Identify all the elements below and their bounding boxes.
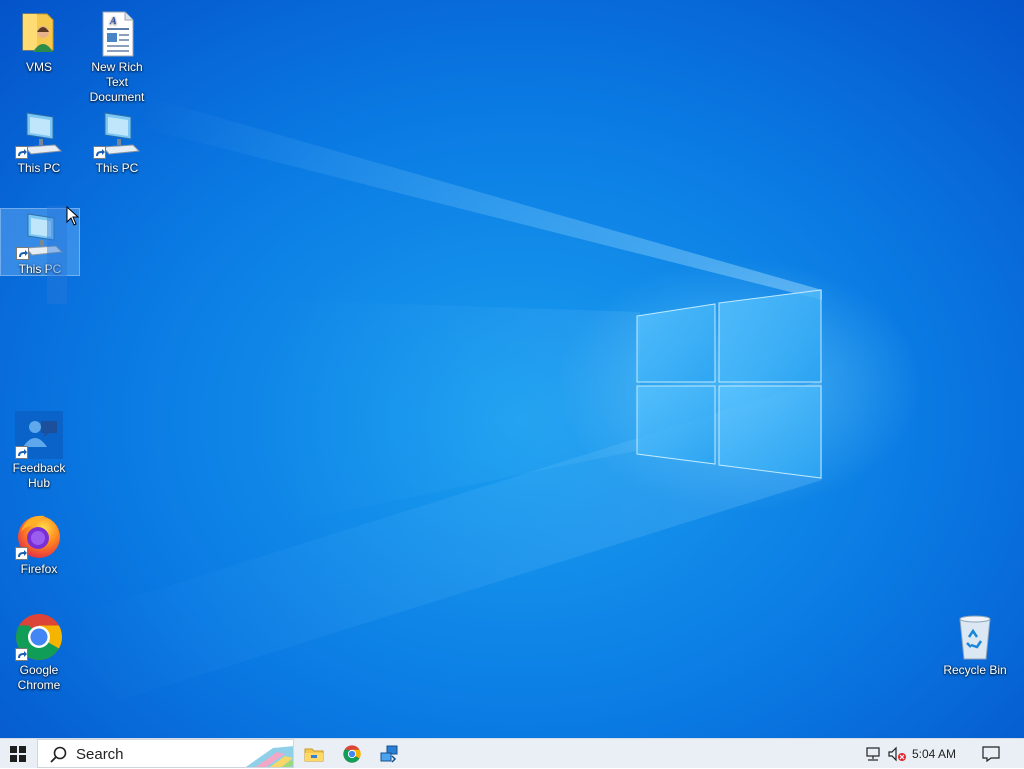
tray-volume[interactable]: [886, 739, 908, 769]
taskbar: Search 5:04 AM: [0, 738, 1024, 768]
shortcut-arrow-icon: [16, 247, 29, 260]
notification-icon: [982, 746, 1000, 762]
desktop-icon-label: This PC: [18, 262, 62, 276]
desktop-icon-label: This PC: [17, 161, 61, 175]
tray-network[interactable]: [864, 739, 884, 769]
shortcut-arrow-icon: [15, 446, 28, 459]
chrome-icon: [343, 745, 361, 763]
remote-desktop-icon: [380, 745, 398, 763]
firefox-icon: [15, 512, 63, 560]
recycle-bin-icon: [951, 613, 999, 661]
shortcut-arrow-icon: [15, 547, 28, 560]
feedback-hub-icon: [15, 411, 63, 459]
desktop-icon-this-pc[interactable]: This PC: [78, 111, 156, 176]
computer-icon: [93, 111, 141, 159]
chrome-icon: [15, 613, 63, 661]
start-button[interactable]: [0, 739, 36, 769]
file-explorer-icon: [304, 748, 324, 762]
volume-muted-icon: [888, 746, 906, 762]
desktop[interactable]: VMS A New Rich Text Document This PC Thi…: [0, 0, 1024, 738]
taskbar-file-explorer[interactable]: [296, 739, 332, 769]
desktop-icon-feedback-hub[interactable]: Feedback Hub: [0, 411, 78, 491]
desktop-icon-label: Feedback Hub: [12, 461, 66, 490]
taskbar-chrome[interactable]: [334, 739, 370, 769]
desktop-icon-rich-text-document[interactable]: A New Rich Text Document: [78, 10, 156, 105]
search-icon: [50, 746, 67, 763]
taskbar-clock[interactable]: 5:04 AM: [912, 747, 956, 761]
svg-text:A: A: [109, 16, 117, 27]
network-wired-icon: [866, 747, 880, 761]
search-highlight-illustration: [245, 746, 293, 767]
user-folder-icon: [15, 10, 63, 58]
desktop-icon-this-pc[interactable]: This PC: [0, 111, 78, 176]
desktop-icon-label: Recycle Bin: [943, 663, 1007, 677]
desktop-icon-label: Firefox: [20, 562, 58, 576]
search-placeholder: Search: [76, 746, 124, 763]
desktop-icon-vms[interactable]: VMS: [0, 10, 78, 75]
taskbar-remote-desktop[interactable]: [371, 739, 407, 769]
windows-logo-wallpaper: [636, 289, 822, 479]
shortcut-arrow-icon: [93, 146, 106, 159]
shortcut-arrow-icon: [15, 146, 28, 159]
desktop-icon-google-chrome[interactable]: Google Chrome: [0, 613, 78, 693]
desktop-icon-label: Google Chrome: [17, 663, 61, 692]
desktop-icon-firefox[interactable]: Firefox: [0, 512, 78, 577]
desktop-icon-label: New Rich Text Document: [89, 60, 145, 104]
desktop-icon-label: VMS: [25, 60, 52, 74]
taskbar-search-box[interactable]: Search: [37, 739, 294, 768]
rich-text-document-icon: A: [93, 10, 141, 58]
mouse-cursor-icon: [66, 206, 80, 226]
desktop-icon-label: This PC: [95, 161, 139, 175]
windows-start-icon: [10, 746, 26, 762]
shortcut-arrow-icon: [15, 648, 28, 661]
drag-selection-indicator: [47, 206, 67, 304]
action-center-button[interactable]: [980, 739, 1002, 769]
computer-icon: [15, 111, 63, 159]
desktop-icon-recycle-bin[interactable]: Recycle Bin: [936, 613, 1014, 678]
